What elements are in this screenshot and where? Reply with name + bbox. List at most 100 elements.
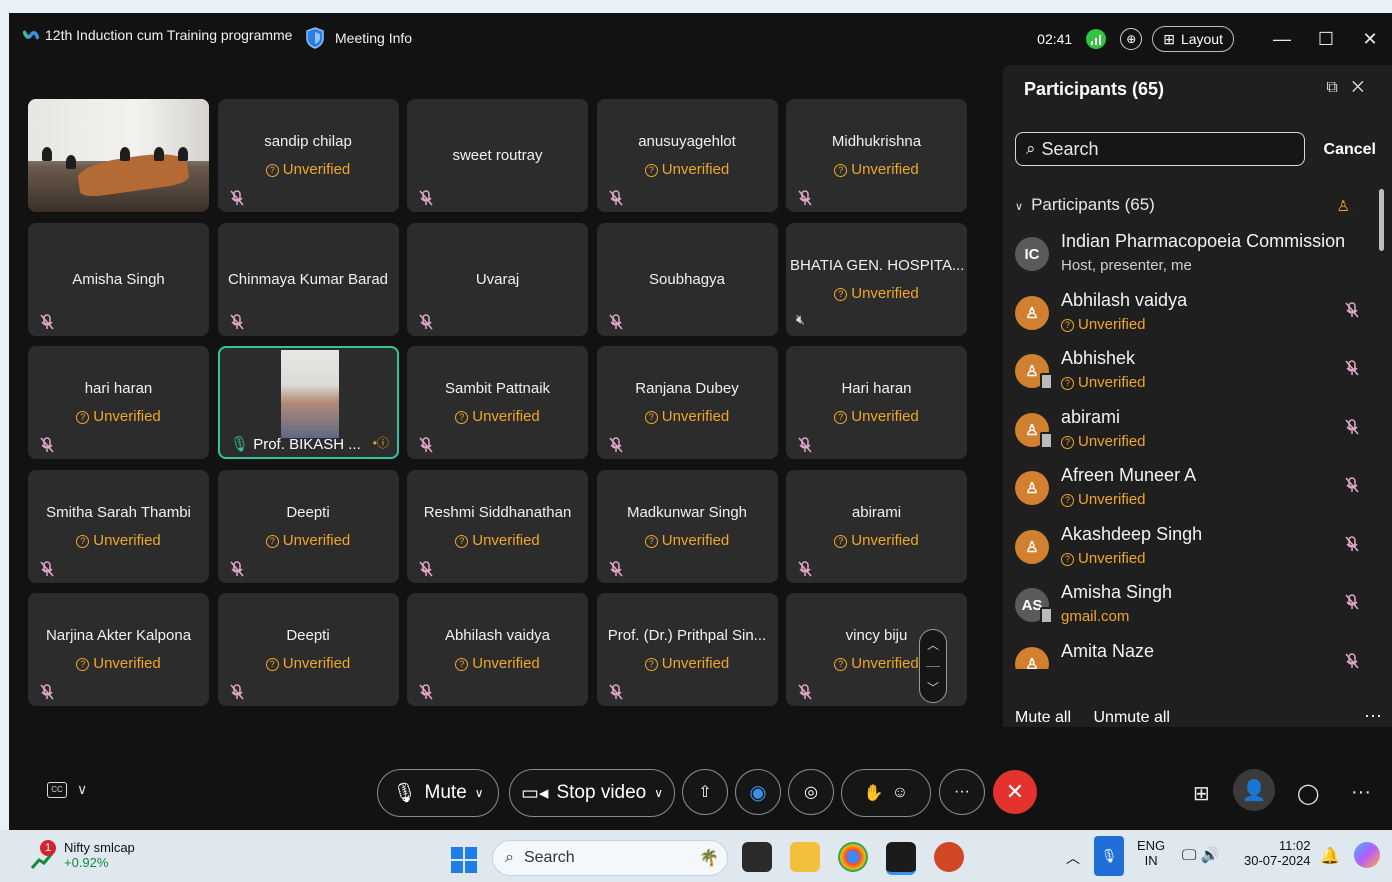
unverified-status: ? Unverified xyxy=(28,532,209,549)
language-indicator[interactable]: ENG IN xyxy=(1137,838,1165,868)
apps-icon[interactable]: ⊞ xyxy=(1193,781,1210,806)
mobile-device-icon xyxy=(1040,431,1053,449)
participant-row[interactable]: ♙ Amita Naze ?Unverified xyxy=(1015,641,1365,669)
participant-tile[interactable]: sweet routray xyxy=(407,99,588,212)
participant-tile[interactable]: BHATIA GEN. HOSPITA... ? Unverified 🔇︎ xyxy=(786,222,967,336)
participant-row[interactable]: ♙ Abhilash vaidya ? Unverified xyxy=(1015,290,1365,346)
participant-tile[interactable]: Narjina Akter Kalpona ? Unverified xyxy=(28,593,209,706)
participant-tile[interactable]: Smitha Sarah Thambi ? Unverified xyxy=(28,469,209,583)
participant-row[interactable]: AS Amisha Singh gmail.com xyxy=(1015,582,1365,638)
recording-button[interactable]: ◎ xyxy=(788,769,834,815)
mic-muted-icon[interactable] xyxy=(1345,652,1359,669)
clock[interactable]: 11:02 30-07-2024 xyxy=(1244,838,1311,868)
grid-scroller[interactable]: ︿ ﹀ xyxy=(919,629,947,703)
captions-button[interactable]: CC ∨ xyxy=(47,781,87,798)
more-options-icon[interactable]: ··· xyxy=(1351,781,1371,804)
windows-start-icon[interactable] xyxy=(451,847,477,873)
participant-tile[interactable]: Chinmaya Kumar Barad xyxy=(217,222,399,336)
end-call-button[interactable]: ✕ xyxy=(993,770,1037,814)
powerpoint-icon[interactable] xyxy=(934,842,964,872)
ai-assistant-button[interactable]: ◉ xyxy=(735,769,781,815)
zoom-icon[interactable]: ⊕ xyxy=(1120,28,1143,50)
participant-row[interactable]: IC Indian Pharmacopoeia Commission Host, p… xyxy=(1015,231,1365,287)
stock-widget[interactable]: Nifty smlcap +0.92% xyxy=(64,840,135,870)
mic-muted-icon[interactable] xyxy=(1345,477,1359,493)
taskbar-search[interactable]: ⌕ Search 🌴 xyxy=(492,840,728,876)
participant-tile[interactable]: Deepti ? Unverified xyxy=(217,469,399,583)
avatar: AS xyxy=(1015,588,1053,624)
participant-row[interactable]: ♙ abirami ? Unverified xyxy=(1015,407,1365,463)
participant-tile[interactable]: Amisha Singh xyxy=(28,222,209,336)
network-signal-icon[interactable] xyxy=(1086,29,1107,49)
webex-taskbar-icon[interactable] xyxy=(886,842,916,875)
mic-muted-icon[interactable] xyxy=(1345,535,1359,552)
participant-tile[interactable]: hari haran ? Unverified xyxy=(28,346,209,459)
participants-toggle-icon[interactable]: 👤 xyxy=(1233,769,1275,811)
meeting-info-button[interactable]: Meeting Info xyxy=(305,27,412,49)
unmute-all-button[interactable]: Unmute all xyxy=(1093,709,1169,726)
participant-tile[interactable]: Madkunwar Singh ? Unverified xyxy=(596,469,778,583)
question-icon: ? xyxy=(76,534,90,548)
unverified-status: ? Unverified xyxy=(597,161,778,178)
participant-name: hari haran xyxy=(84,380,153,397)
participant-tile[interactable]: Soubhagya xyxy=(596,222,778,336)
host-badge-icon: ♙ xyxy=(1336,198,1350,215)
mobile-device-icon xyxy=(1040,373,1053,390)
copilot-icon[interactable] xyxy=(1354,842,1380,868)
chrome-icon[interactable] xyxy=(838,842,868,872)
record-icon: ◎ xyxy=(804,784,818,801)
chat-icon[interactable]: ◯ xyxy=(1297,781,1319,806)
participant-tile[interactable]: Hari haran ? Unverified xyxy=(786,346,967,459)
file-explorer-icon[interactable] xyxy=(790,842,820,872)
participant-subtitle: ?Unverified xyxy=(1061,667,1146,669)
mute-button[interactable]: 🎙 Mute ∨ xyxy=(377,769,499,817)
chevron-up-icon[interactable]: ︿ xyxy=(1066,848,1080,868)
chevron-up-icon[interactable]: ︿ xyxy=(927,636,939,653)
participant-tile[interactable]: Abhilash vaidya ? Unverified xyxy=(407,593,588,706)
more-button[interactable]: ··· xyxy=(939,769,985,815)
minimize-button[interactable]: — xyxy=(1260,29,1304,50)
mic-muted-icon xyxy=(229,313,244,330)
video-tile-room[interactable] xyxy=(28,99,209,212)
mic-muted-icon[interactable] xyxy=(1345,301,1359,318)
share-screen-button[interactable]: ⇧ xyxy=(682,769,728,815)
participant-name: Amisha Singh xyxy=(72,270,165,288)
layout-button[interactable]: ⊞ Layout xyxy=(1152,26,1234,52)
participant-tile[interactable]: Reshmi Siddhanathan ? Unverified xyxy=(407,469,588,583)
participant-row[interactable]: ♙ Akashdeep Singh ? Unverified xyxy=(1015,524,1365,580)
participants-section-header[interactable]: ∨ Participants (65) xyxy=(1015,195,1155,215)
participant-tile[interactable]: Ranjana Dubey ? Unverified xyxy=(596,346,778,459)
maximize-button[interactable]: ☐ xyxy=(1304,29,1348,50)
bell-icon[interactable]: 🔔 xyxy=(1320,846,1340,866)
question-icon: ? xyxy=(455,658,469,671)
participant-tile[interactable]: anusuyagehlot ? Unverified xyxy=(596,99,778,212)
participant-tile[interactable]: Deepti ? Unverified xyxy=(217,593,399,706)
mute-all-button[interactable]: Mute all xyxy=(1015,709,1071,726)
network-volume-icon[interactable]: 🖵 🔊 xyxy=(1182,846,1219,864)
cancel-search-button[interactable]: Cancel xyxy=(1324,141,1376,159)
more-options-icon[interactable]: ··· xyxy=(1364,705,1382,726)
video-tile-active-speaker[interactable]: 🎙 Prof. BIKASH ... •ⓘ xyxy=(218,346,399,459)
pop-out-icon[interactable]: ⧉ xyxy=(1326,79,1351,96)
participant-tile[interactable]: Uvaraj xyxy=(407,222,588,336)
task-view-icon[interactable] xyxy=(742,842,772,872)
mic-muted-icon[interactable] xyxy=(1345,360,1359,376)
microphone-icon[interactable]: 🎙 xyxy=(1094,836,1124,876)
close-panel-icon[interactable]: ✕ xyxy=(1352,79,1378,96)
participant-tile[interactable]: Midhukrishna ? Unverified xyxy=(786,99,967,212)
participant-search-input[interactable]: ⌕ Search xyxy=(1015,132,1305,166)
participant-row[interactable]: ♙ Abhishek ? Unverified xyxy=(1015,348,1365,404)
participant-row[interactable]: ♙ Afreen Muneer A ? Unverified xyxy=(1015,465,1365,521)
reactions-button[interactable]: ✋ ☺ xyxy=(841,769,931,817)
chevron-down-icon[interactable]: ﹀ xyxy=(927,679,939,696)
stop-video-button[interactable]: ▭◂ Stop video ∨ xyxy=(509,769,675,817)
participant-tile[interactable]: Prof. (Dr.) Prithpal Sin... ? Unverified xyxy=(596,593,778,706)
panel-scrollbar[interactable] xyxy=(1379,189,1384,251)
mic-muted-icon[interactable] xyxy=(1345,594,1359,610)
close-window-button[interactable]: ✕ xyxy=(1348,29,1392,50)
participant-tile[interactable]: abirami ? Unverified xyxy=(786,469,967,583)
participant-tile[interactable]: sandip chilap ? Unverified xyxy=(217,99,399,212)
mic-muted-icon[interactable] xyxy=(1345,418,1359,435)
unverified-status: ? Unverified xyxy=(597,532,778,549)
participant-tile[interactable]: Sambit Pattnaik ? Unverified xyxy=(407,346,588,459)
